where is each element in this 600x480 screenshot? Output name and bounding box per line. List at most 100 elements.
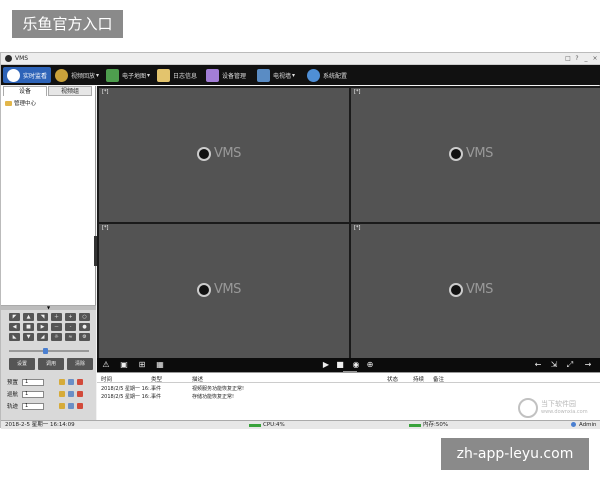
play-icon[interactable]: ▶ bbox=[321, 360, 331, 370]
menu-log[interactable]: 日志信息 bbox=[157, 67, 197, 83]
status-bar: 2018-2-5 星期一 16:14:09 CPU:4% 内存:50% Admi… bbox=[1, 420, 600, 429]
preset-clear-button[interactable]: 清除 bbox=[67, 358, 93, 370]
layout-9-icon[interactable]: ▦ bbox=[155, 360, 165, 370]
track-row: 轨迹 1 bbox=[7, 402, 84, 410]
ptz-downright-button[interactable]: ◢ bbox=[37, 333, 48, 341]
panel-splitter[interactable] bbox=[94, 236, 97, 266]
ptz-left-button[interactable]: ◀ bbox=[9, 323, 20, 331]
status-memory: 内存:50% bbox=[423, 422, 449, 428]
speed-slider-thumb[interactable] bbox=[43, 348, 48, 354]
table-row[interactable]: 2018/2/5 星期一 16:... 事件 存储功能恢复正常! bbox=[101, 393, 501, 400]
layout-4-icon[interactable]: ⊞ bbox=[137, 360, 147, 370]
forward-icon[interactable]: → bbox=[583, 360, 593, 370]
ptz-focus-far-button[interactable]: - bbox=[65, 323, 76, 331]
ptz-down-button[interactable]: ▼ bbox=[23, 333, 34, 341]
play-icon[interactable] bbox=[68, 403, 75, 409]
preset-select[interactable]: 1 bbox=[22, 378, 45, 386]
alarm-icon[interactable]: ⚠ bbox=[101, 360, 111, 370]
cruise-label: 巡航 bbox=[7, 392, 19, 398]
row-time: 2018/2/5 星期一 16:... bbox=[101, 386, 155, 392]
cell-status-label: [*] bbox=[354, 89, 361, 95]
ptz-iris-close-button[interactable]: ● bbox=[79, 323, 90, 331]
watermark-logo-icon bbox=[518, 398, 538, 418]
status-cpu: CPU:4% bbox=[263, 422, 285, 428]
vms-logo-text: VMS bbox=[466, 282, 493, 297]
play-icon[interactable] bbox=[68, 379, 75, 385]
play-icon[interactable] bbox=[68, 391, 75, 397]
ptz-focus-near-button[interactable]: + bbox=[65, 313, 76, 321]
fullscreen-icon[interactable]: ⤢ bbox=[565, 360, 575, 370]
edit-icon[interactable] bbox=[59, 391, 66, 397]
ptz-upleft-button[interactable]: ◤ bbox=[9, 313, 20, 321]
delete-icon[interactable] bbox=[77, 379, 84, 385]
ptz-zoom-in-button[interactable]: ＋ bbox=[51, 313, 62, 321]
menu-device-mgmt[interactable]: 设备管理 bbox=[206, 67, 246, 83]
ptz-light-button[interactable]: ☼ bbox=[51, 333, 62, 341]
ptz-upright-button[interactable]: ◥ bbox=[37, 313, 48, 321]
restore-icon[interactable]: □ bbox=[564, 55, 572, 63]
log-icon bbox=[157, 68, 170, 82]
tree-node-management-center[interactable]: 管理中心 bbox=[5, 99, 36, 107]
preset-row: 预置 1 bbox=[7, 378, 84, 386]
menu-system-config[interactable]: 系统配置 bbox=[307, 67, 347, 83]
ptz-zoom-out-button[interactable]: － bbox=[51, 323, 62, 331]
tab-devices[interactable]: 设备 bbox=[3, 86, 47, 96]
zoom-icon[interactable]: ⊕ bbox=[365, 360, 375, 370]
minimize-icon[interactable]: _ bbox=[582, 55, 590, 63]
track-select[interactable]: 1 bbox=[22, 402, 45, 410]
menu-label: 视频回放 bbox=[71, 72, 96, 80]
edit-icon[interactable] bbox=[59, 379, 66, 385]
watermark: 当下软件园 www.downxia.com bbox=[518, 398, 588, 418]
ptz-up-button[interactable]: ▲ bbox=[23, 313, 34, 321]
table-row[interactable]: 2018/2/5 星期一 16:... 事件 视频服务功能恢复正常! bbox=[101, 385, 501, 392]
ptz-auto-button[interactable]: ■ bbox=[23, 323, 34, 331]
domain-badge: zh-app-leyu.com bbox=[441, 438, 589, 470]
tab-video-groups[interactable]: 视频组 bbox=[48, 86, 92, 96]
menu-e-map[interactable]: 电子地图 ▾ bbox=[106, 67, 150, 83]
ptz-right-button[interactable]: ▶ bbox=[37, 323, 48, 331]
film-reel-icon bbox=[55, 68, 68, 82]
speed-slider[interactable] bbox=[9, 350, 89, 352]
record-icon[interactable]: ■ bbox=[335, 360, 345, 370]
preset-set-button[interactable]: 设置 bbox=[9, 358, 35, 370]
video-cell[interactable]: [*] VMS bbox=[99, 224, 349, 358]
close-icon[interactable]: × bbox=[591, 55, 599, 63]
row-type: 事件 bbox=[151, 394, 162, 400]
menu-live-view[interactable]: 实时监看 bbox=[3, 67, 52, 83]
video-cell[interactable]: [*] VMS bbox=[351, 224, 600, 358]
site-badge: 乐鱼官方入口 bbox=[12, 10, 123, 38]
collapse-handle[interactable]: ▼ bbox=[1, 306, 96, 310]
vms-logo: VMS bbox=[197, 282, 241, 297]
folder-icon bbox=[5, 100, 12, 106]
map-icon bbox=[106, 68, 119, 82]
vms-logo-text: VMS bbox=[214, 146, 241, 161]
ptz-downleft-button[interactable]: ◣ bbox=[9, 333, 20, 341]
cell-status-label: [*] bbox=[102, 89, 109, 95]
delete-icon[interactable] bbox=[77, 391, 84, 397]
layout-1-icon[interactable]: ▣ bbox=[119, 360, 129, 370]
menu-label: 设备管理 bbox=[222, 72, 247, 80]
ptz-iris-open-button[interactable]: ○ bbox=[79, 313, 90, 321]
ptz-settings-button[interactable]: ⚙ bbox=[79, 333, 90, 341]
video-toolbar: ⚠ ▣ ⊞ ▦ ▶ ■ ◉ ⊕ ← ⇲ ⤢ → bbox=[97, 358, 600, 374]
edit-icon[interactable] bbox=[59, 403, 66, 409]
menu-label: 实时监看 bbox=[23, 72, 48, 80]
video-cell[interactable]: [*] VMS bbox=[99, 88, 349, 222]
menu-playback[interactable]: 视频回放 ▾ bbox=[55, 67, 99, 83]
device-icon bbox=[206, 68, 219, 82]
snapshot-icon[interactable]: ◉ bbox=[351, 360, 361, 370]
menu-tv-wall[interactable]: 电视墙 ▾ bbox=[257, 67, 295, 83]
export-icon[interactable]: ⇲ bbox=[549, 360, 559, 370]
video-cell[interactable]: [*] VMS bbox=[351, 88, 600, 222]
help-icon[interactable]: ? bbox=[573, 55, 581, 63]
row-description: 存储功能恢复正常! bbox=[192, 394, 235, 400]
ptz-wiper-button[interactable]: ≈ bbox=[65, 333, 76, 341]
cruise-select[interactable]: 1 bbox=[22, 390, 45, 398]
preset-action-bar: 设置 调用 清除 bbox=[9, 358, 93, 370]
back-icon[interactable]: ← bbox=[533, 360, 543, 370]
vms-logo-icon bbox=[197, 282, 211, 297]
vms-logo-text: VMS bbox=[214, 282, 241, 297]
preset-call-button[interactable]: 调用 bbox=[38, 358, 64, 370]
vms-logo-icon bbox=[197, 146, 211, 161]
delete-icon[interactable] bbox=[77, 403, 84, 409]
